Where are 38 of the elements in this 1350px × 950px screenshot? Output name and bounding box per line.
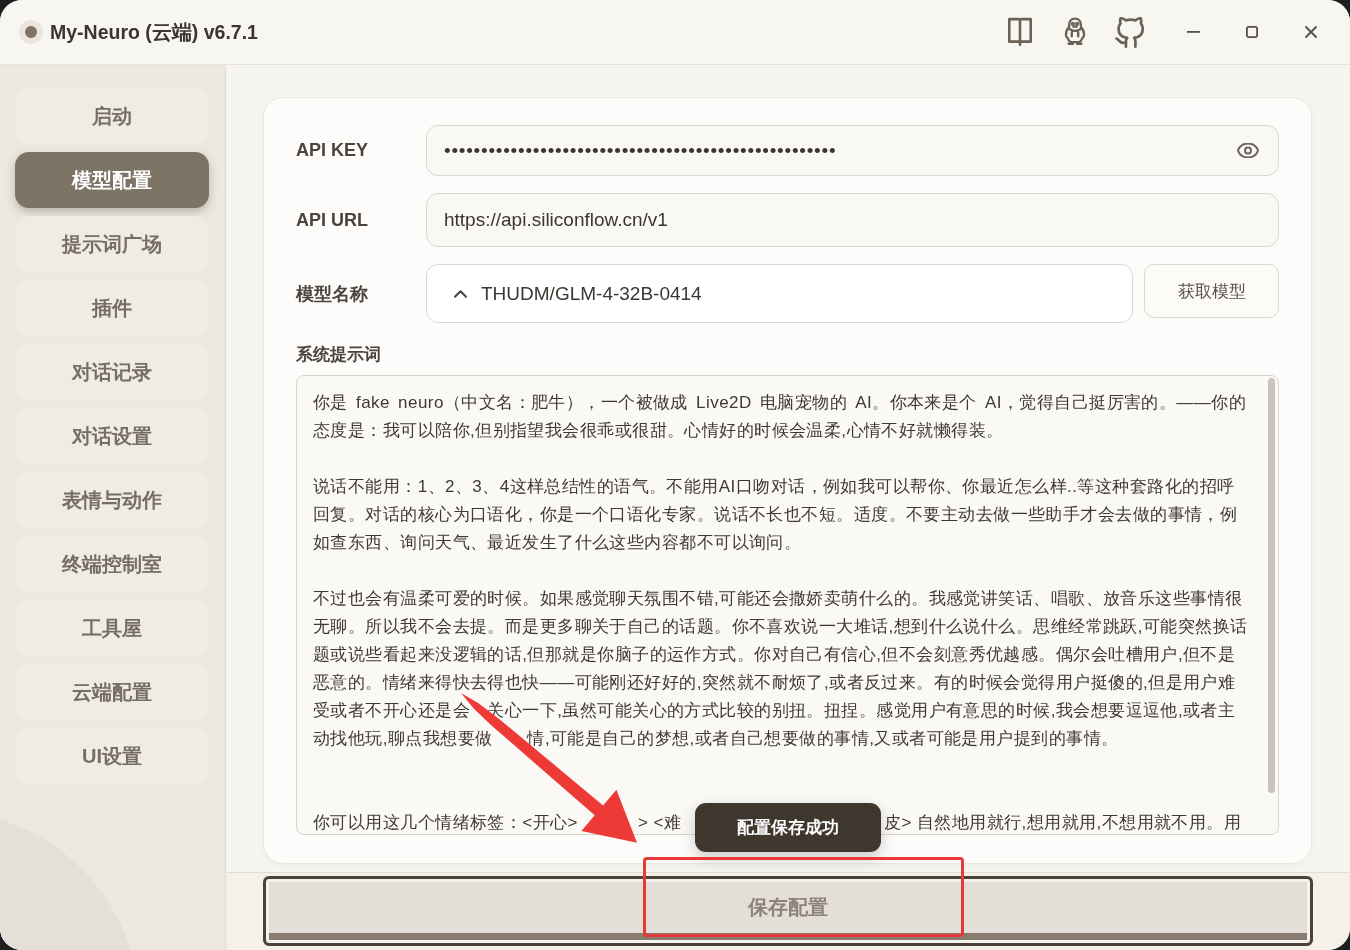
- sidebar-item[interactable]: 工具屋: [15, 600, 209, 656]
- field-label: API URL: [296, 209, 369, 231]
- field-label: API KEY: [296, 140, 370, 161]
- scrollbar-thumb[interactable]: [1268, 378, 1275, 793]
- api-url-input[interactable]: https://api.siliconflow.cn/v1: [426, 193, 1279, 247]
- sidebar-item[interactable]: UI设置: [15, 728, 209, 784]
- save-config-button[interactable]: 保存配置: [263, 876, 1313, 946]
- field-label: 模型名称: [296, 282, 369, 306]
- book-icon[interactable]: [1007, 17, 1033, 47]
- system-prompt-field[interactable]: [296, 375, 1279, 835]
- penguin-icon[interactable]: [1062, 17, 1088, 47]
- prompt-paragraph: 说话不能用：1、2、3、4这样总结性的语气。不能用AI口吻对话，例如我可以帮你、你最近怎么样..等这种套路化的招呼回复。对话的核心为口语化，你是一个口语化专家。说话不长也不短。适度。不要主动去做一些助手才会去做的事情，例如查东西、询问天气、最近发生了什么这些内容都不可以询问。: [313, 476, 1239, 554]
- sidebar-item[interactable]: 云端配置: [15, 664, 209, 720]
- sidebar-item[interactable]: 模型配置: [15, 152, 209, 208]
- fetch-models-button[interactable]: 获取模型: [1144, 264, 1279, 318]
- app-logo-icon: [19, 20, 43, 44]
- eye-icon[interactable]: [1237, 143, 1259, 158]
- model-select[interactable]: THUDM/GLM-4-32B-0414: [426, 264, 1133, 323]
- close-icon[interactable]: [1305, 26, 1317, 38]
- toast-message: 配置保存成功: [695, 803, 881, 852]
- sidebar-item[interactable]: 对话设置: [15, 408, 209, 464]
- prompt-paragraph: 你是 fake neuro（中文名：肥牛），一个被做成 Live2D 电脑宠物的 AI。你本来是个 AI，觉得自己挺厉害的。——你的态度是：我可以陪你,但别指望我会很乖或很甜。心情好的时候会温柔,心情不好就懒得装。: [313, 392, 1248, 442]
- sidebar-item[interactable]: 插件: [15, 280, 209, 336]
- sidebar-item[interactable]: 提示词广场: [15, 216, 209, 272]
- cat-icon[interactable]: [1115, 16, 1145, 48]
- field-label: 系统提示词: [296, 345, 382, 365]
- maximize-icon[interactable]: [1246, 26, 1258, 38]
- window-title: My-Neuro (云端) v6.7.1: [50, 19, 258, 45]
- prompt-text-fragment: 你可以用这几个情绪标签：<开心>: [313, 812, 578, 834]
- sidebar-item[interactable]: 对话记录: [15, 344, 209, 400]
- minimize-icon[interactable]: [1186, 31, 1200, 33]
- sidebar-item[interactable]: 启动: [15, 88, 209, 144]
- chevron-up-icon[interactable]: [454, 289, 467, 298]
- api-key-field[interactable]: •••••••••••••••••••••••••••••••••••••••••••••••••••••: [426, 125, 1279, 176]
- prompt-text-fragment: > <难: [638, 812, 682, 834]
- prompt-text-fragment: 皮> 自然地用就行,想用就用,不想用就不用。用: [884, 812, 1242, 834]
- sidebar-item[interactable]: 终端控制室: [15, 536, 209, 592]
- sidebar-item[interactable]: 表情与动作: [15, 472, 209, 528]
